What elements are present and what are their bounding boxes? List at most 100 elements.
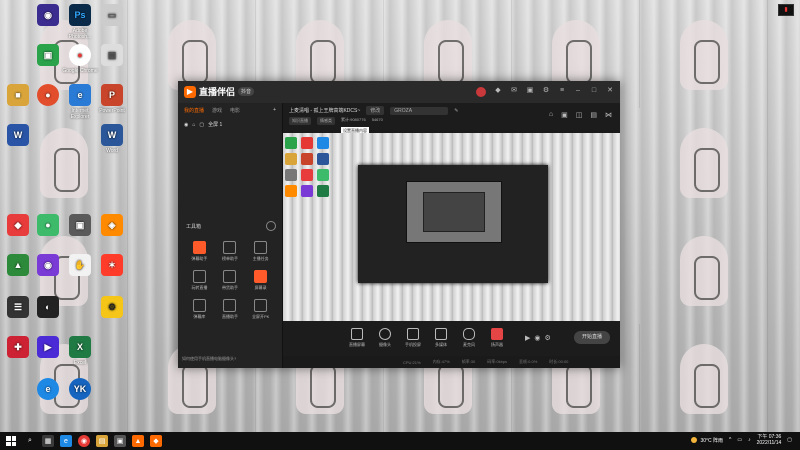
start-live-button[interactable]: 开始直播 <box>574 331 610 344</box>
wallpaper-tile <box>640 216 768 324</box>
desktop-icon[interactable]: ● Google Chrome <box>62 44 98 74</box>
chrome-icon: ● <box>69 44 91 66</box>
live-companion-icon[interactable]: ▲ <box>132 435 144 447</box>
desktop-icon[interactable]: ▶ <box>30 336 66 360</box>
app-icon: W <box>7 124 29 146</box>
weather-widget[interactable]: 30°C 阵雨 <box>691 437 723 444</box>
minimize-icon[interactable]: – <box>574 87 582 95</box>
desktop-icon[interactable]: ▣ <box>62 214 98 238</box>
desktop-icon[interactable]: ▣ <box>30 44 66 68</box>
desktop-icon[interactable]: ● <box>30 214 66 238</box>
desktop-icon[interactable]: ⚙ <box>94 296 130 320</box>
message-icon[interactable]: ✉ <box>510 87 518 95</box>
desktop-icon[interactable]: ✋ <box>62 254 98 278</box>
category-tag[interactable]: 知识直播 <box>289 117 311 125</box>
task-view-icon[interactable]: ▦ <box>42 435 54 447</box>
close-icon[interactable]: ✕ <box>606 87 614 95</box>
tool-item[interactable]: 主播任务 <box>245 241 276 262</box>
app-icon: YK <box>69 378 91 400</box>
scene-item[interactable]: ◉ ⌂ ▢ 全屏 1 <box>178 118 282 131</box>
desktop-icon[interactable]: ✶ <box>94 254 130 278</box>
tool-item[interactable]: 榜单助手 <box>215 241 246 262</box>
desktop-icon[interactable]: ▤ <box>94 44 130 68</box>
search-icon[interactable]: ⌕ <box>24 435 36 447</box>
desktop-icon[interactable]: ◐ <box>30 296 66 320</box>
skin-icon[interactable]: ▣ <box>526 87 534 95</box>
record-icon[interactable]: ◫ <box>576 111 583 119</box>
settings-icon[interactable]: ⚙ <box>545 334 551 342</box>
tool-icon <box>223 270 237 283</box>
play-icon <box>435 328 447 340</box>
video-icon[interactable]: ▶ <box>525 334 530 342</box>
live-preview[interactable] <box>283 133 620 321</box>
network-icon[interactable]: ▭ <box>737 437 742 443</box>
edge-icon[interactable]: e <box>60 435 72 447</box>
desktop-icon[interactable]: ▭ <box>94 4 130 28</box>
gift-icon[interactable]: ⌂ <box>549 111 553 119</box>
app-icon[interactable]: ▣ <box>114 435 126 447</box>
desktop-icon[interactable]: ● <box>30 84 66 108</box>
app-icon: ◆ <box>7 214 29 236</box>
desktop-icon[interactable]: ◉ <box>30 4 66 28</box>
app-icon[interactable]: ◆ <box>150 435 162 447</box>
menu-icon[interactable]: ≡ <box>558 87 566 95</box>
media-button[interactable]: 多媒体 <box>429 328 453 348</box>
tool-item[interactable]: 带货助手 <box>215 270 246 291</box>
tool-item[interactable]: 弹幕库 <box>184 299 215 320</box>
edit-icon[interactable]: ✎ <box>454 108 458 114</box>
tool-item[interactable]: 玩转直播 <box>184 270 215 291</box>
help-link[interactable]: 如何使用手机直播电脑摄像头? <box>182 356 278 362</box>
toolbox-more-icon[interactable] <box>266 221 276 231</box>
desktop-icon-label: Word <box>106 148 118 154</box>
microphone-button[interactable]: 麦克风 <box>457 328 481 348</box>
screen-capture-button[interactable]: 直播屏幕 <box>345 328 369 348</box>
speaker-button[interactable]: 扬声器 <box>485 328 509 348</box>
desktop-icon[interactable]: W Word <box>94 124 130 154</box>
tool-item[interactable]: 弹幕助手 <box>184 241 215 262</box>
file-explorer-icon[interactable]: ▤ <box>96 435 108 447</box>
desktop-icon[interactable]: ◈ <box>94 214 130 238</box>
desktop-icon[interactable]: Ps Adobe Photosh... <box>62 4 98 40</box>
eye-icon[interactable]: ◉ <box>534 334 540 342</box>
avatar[interactable] <box>476 87 486 97</box>
maximize-icon[interactable]: □ <box>590 87 598 95</box>
app-icon: ▲ <box>7 254 29 276</box>
tab-my-live[interactable]: 我的直播 <box>184 107 204 114</box>
tab-game[interactable]: 游戏 <box>212 107 222 114</box>
eye-icon[interactable]: ◉ <box>184 122 188 128</box>
wallpaper-tile <box>640 0 768 108</box>
app-name: 直播伴侣 <box>199 87 236 97</box>
desktop-icon[interactable]: P PowerPoint <box>94 84 130 114</box>
layout-icon[interactable]: ▤ <box>590 111 597 119</box>
edge-icon: e <box>37 378 59 400</box>
volume-icon[interactable]: ♪ <box>748 437 751 443</box>
desktop-icon[interactable]: e <box>30 378 66 402</box>
version-badge[interactable]: 抖音 <box>238 87 255 96</box>
gift-icon[interactable]: ◆ <box>494 87 502 95</box>
desktop-icon[interactable]: X Excel <box>62 336 98 366</box>
clock[interactable]: 下午 07:36 2022/11/14 <box>757 434 782 446</box>
room-field[interactable]: GROZA <box>390 106 449 115</box>
desktop-icon[interactable]: ◉ <box>30 254 66 278</box>
windows-start-icon[interactable] <box>6 436 16 446</box>
tool-item[interactable]: 全屏开PK <box>245 299 276 320</box>
desktop-icon[interactable]: e Internet Explorer <box>62 84 98 120</box>
camera-button[interactable]: 摄像头 <box>373 328 397 348</box>
desktop-icon[interactable]: W <box>0 124 36 148</box>
category-tag[interactable]: 情感类 <box>317 117 335 125</box>
notification-icon[interactable]: ▢ <box>787 437 792 443</box>
tray-chevron-icon[interactable]: ^ <box>729 437 731 443</box>
phone-cast-button[interactable]: 手机投屏 <box>401 328 425 348</box>
share-icon[interactable]: ⋈ <box>605 111 612 119</box>
app-icon: ✶ <box>101 254 123 276</box>
shop-icon[interactable]: ▣ <box>561 111 568 119</box>
chrome-icon[interactable]: ◉ <box>78 435 90 447</box>
add-scene-icon[interactable]: + <box>273 107 276 114</box>
lock-icon[interactable]: ⌂ <box>192 122 195 128</box>
tab-movie[interactable]: 电影 <box>230 107 240 114</box>
tool-item[interactable]: 直播助手 <box>215 299 246 320</box>
edit-title-button[interactable]: 修改 <box>366 106 385 115</box>
tool-item[interactable]: 屏幕录 <box>245 270 276 291</box>
desktop-icon[interactable]: YK <box>62 378 98 402</box>
settings-icon[interactable]: ⚙ <box>542 87 550 95</box>
